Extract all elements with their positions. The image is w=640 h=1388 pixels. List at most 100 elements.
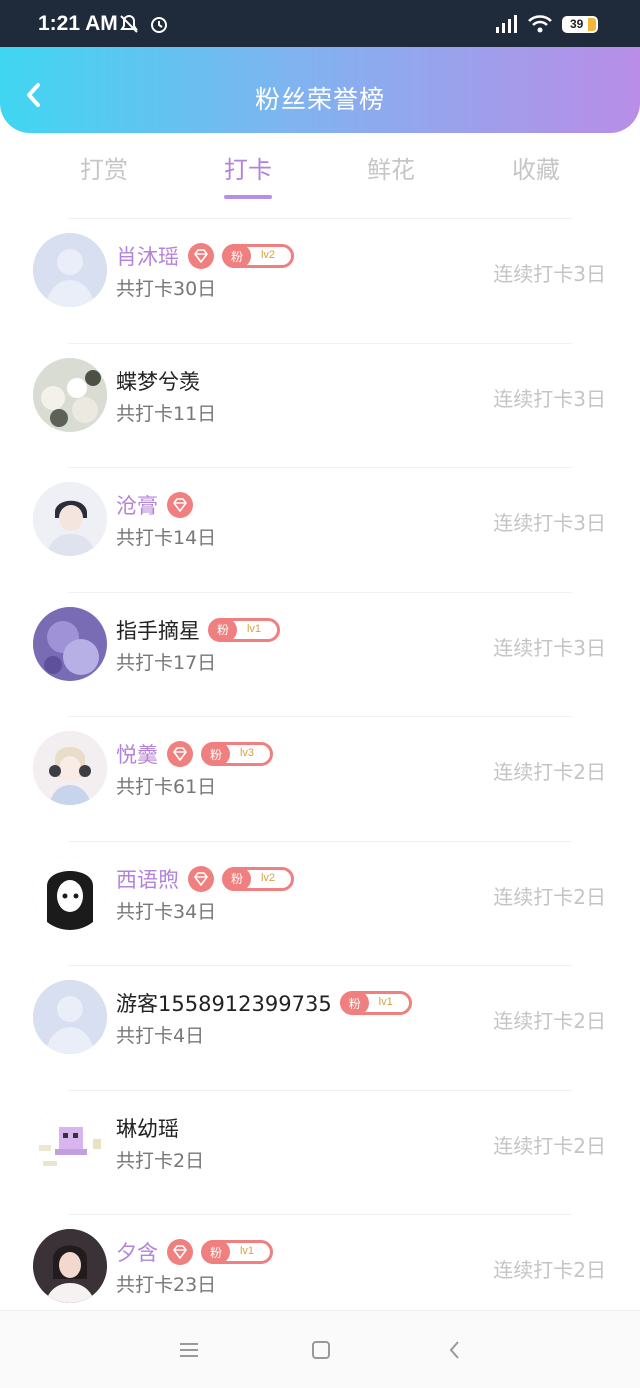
avatar[interactable] [33,233,107,307]
alarm-icon [151,17,167,33]
list-item[interactable]: 沧膏共打卡14日 连续打卡3日 [0,467,640,591]
tab-active-indicator [224,195,272,199]
fan-badge-label: 粉 [340,991,369,1015]
total-checkins: 共打卡11日 [116,402,217,425]
row-divider [68,591,572,593]
tab-favorites[interactable]: 收藏 [464,150,608,185]
tab-label: 打卡 [224,156,272,184]
fan-level: lv1 [378,996,393,1008]
diamond-icon [188,243,214,269]
list-item[interactable]: 游客1558912399735 粉 lv1 共打卡4日 连续打卡2日 [0,965,640,1089]
fan-badge-label: 粉 [223,866,251,891]
fan-level: lv3 [239,747,254,759]
user-name[interactable]: 肖沐瑶 [116,241,179,271]
streak-days: 连续打卡2日 [493,1133,606,1158]
list-item[interactable]: 西语煦 粉 lv2 共打卡34日 连续打卡2日 [0,840,640,965]
list-item[interactable]: 悦羹 粉 lv3 共打卡61日 连续打卡2日 [0,716,640,840]
home-icon[interactable] [306,1335,336,1365]
list-item[interactable]: 蝶梦兮羡共打卡11日 连续打卡3日 [0,342,640,467]
list-item[interactable]: 指手摘星粉 lv1 共打卡17日 连续打卡3日 [0,591,640,716]
fan-level: lv2 [260,871,275,884]
name-line: 游客1558912399735 粉 lv1 [116,987,412,1019]
total-checkins: 共打卡4日 [116,1025,205,1047]
user-name[interactable]: 蝶梦兮羡 [116,366,200,396]
user-name[interactable]: 西语煦 [116,864,179,894]
diamond-icon [188,865,214,892]
list-item[interactable]: 琳幼瑶共打卡2日 连续打卡2日 [0,1089,640,1214]
avatar[interactable] [33,482,107,556]
name-line: 琳幼瑶 [116,1112,179,1144]
diamond-icon [167,741,193,767]
streak-days: 连续打卡2日 [493,760,606,784]
total-checkins: 共打卡17日 [116,651,217,674]
streak-days: 连续打卡2日 [493,1258,606,1282]
avatar[interactable] [33,855,107,930]
total-checkins: 共打卡34日 [116,900,217,923]
tab-bar: 打赏 打卡 鲜花 收藏 [0,140,640,204]
row-divider [68,965,572,966]
fan-level: lv1 [246,622,261,635]
avatar[interactable] [33,357,107,432]
streak-days: 连续打卡3日 [493,635,606,660]
status-bar: 1:21 AM 39 [0,0,640,47]
avatar[interactable] [33,731,107,805]
row-divider [68,840,572,842]
streak-days: 连续打卡3日 [493,262,606,286]
fan-level-badge: 粉 lv2 [222,244,294,268]
fan-badge-label: 粉 [209,617,237,642]
user-name[interactable]: 指手摘星 [116,615,200,645]
tab-flowers[interactable]: 鲜花 [319,150,463,185]
tab-label: 鲜花 [367,156,415,184]
battery-level: 39 [570,17,584,31]
row-divider [68,342,572,344]
streak-days: 连续打卡3日 [493,511,606,535]
fan-level-badge: 粉 lv1 [208,617,280,642]
total-checkins: 共打卡30日 [116,278,217,300]
fan-badge-label: 粉 [223,244,251,268]
battery-icon: 39 [562,16,598,33]
tab-reward[interactable]: 打赏 [32,150,176,185]
page-title: 粉丝荣誉榜 [254,85,385,114]
total-checkins: 共打卡14日 [116,527,217,549]
avatar[interactable] [33,980,107,1054]
fan-level: lv2 [260,249,275,261]
name-line: 肖沐瑶 粉 lv2 [116,240,294,272]
user-name[interactable]: 悦羹 [116,739,158,769]
avatar[interactable] [33,606,107,681]
streak-days: 连续打卡2日 [493,884,606,909]
list-item[interactable]: 肖沐瑶 粉 lv2 共打卡30日 连续打卡3日 [0,218,640,342]
row-divider [68,1214,572,1215]
tab-checkin[interactable]: 打卡 [176,150,320,199]
system-nav-bar [0,1310,640,1388]
total-checkins: 共打卡61日 [116,776,217,798]
fan-level-badge: 粉 lv1 [339,991,412,1015]
avatar[interactable] [33,1229,107,1303]
status-time: 1:21 AM [38,12,118,35]
tab-label: 收藏 [512,156,560,184]
name-line: 西语煦 粉 lv2 [116,863,294,895]
user-name[interactable]: 沧膏 [116,490,158,520]
name-line: 悦羹 粉 lv3 [116,738,273,770]
user-name[interactable]: 琳幼瑶 [116,1113,179,1143]
signal-icon [496,15,517,33]
tab-label: 打赏 [80,156,128,184]
avatar[interactable] [33,1104,107,1179]
row-divider [68,716,572,717]
user-name[interactable]: 夕含 [116,1237,158,1267]
fan-badge-label: 粉 [202,1240,230,1264]
row-divider [68,1089,572,1091]
name-line: 指手摘星粉 lv1 [116,614,280,646]
total-checkins: 共打卡2日 [116,1149,205,1172]
streak-days: 连续打卡3日 [493,386,606,411]
user-name[interactable]: 游客1558912399735 [116,988,332,1018]
diamond-icon [167,492,193,518]
streak-days: 连续打卡2日 [493,1009,606,1033]
row-divider [68,218,572,219]
back-nav-icon[interactable] [440,1335,470,1365]
menu-icon[interactable] [174,1335,204,1365]
name-line: 夕含 粉 lv1 [116,1236,273,1268]
name-line: 沧膏 [116,489,193,521]
name-line: 蝶梦兮羡 [116,365,200,397]
row-divider [68,467,572,468]
fan-level: lv1 [239,1245,254,1257]
